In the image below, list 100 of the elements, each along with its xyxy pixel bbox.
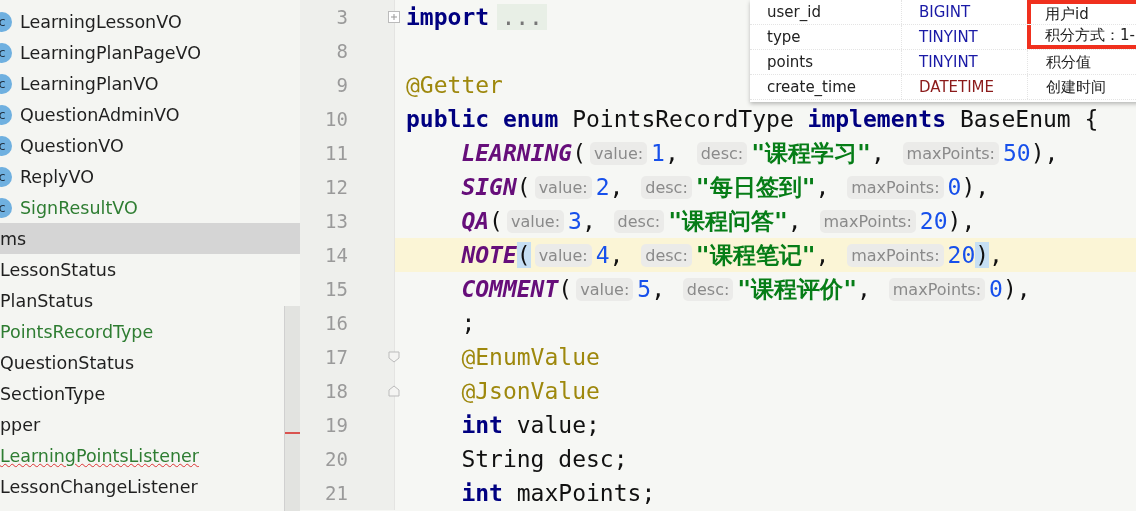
code-text: , <box>815 242 831 268</box>
code-text: BaseEnum { <box>958 106 1099 132</box>
tree-item[interactable]: PointsRecordType <box>0 316 284 347</box>
class-icon: c <box>0 11 12 32</box>
parameter-hint: maxPoints: <box>902 141 999 165</box>
code-keyword: int <box>461 412 503 438</box>
class-icon: c <box>0 42 12 63</box>
tree-item[interactable]: c ReplyVO <box>0 161 284 192</box>
tree-item[interactable]: LessonChangeListener <box>0 471 284 502</box>
tree-item[interactable]: c LearningLessonVO <box>0 6 284 37</box>
line-number: 11 <box>324 142 348 164</box>
code-annotation: @Getter <box>406 72 503 98</box>
parameter-hint: desc: <box>682 277 734 301</box>
line-number: 10 <box>324 108 348 130</box>
code-number: 1 <box>651 140 665 166</box>
code-number: 3 <box>568 208 582 234</box>
parameter-hint: desc: <box>641 175 692 199</box>
line-number: 9 <box>335 74 348 96</box>
table-cell: 积分值 <box>1027 50 1136 74</box>
code-text: ), <box>1002 276 1031 302</box>
code-number: 5 <box>637 276 652 302</box>
table-cell: DATETIME <box>901 75 1027 99</box>
code-keyword: import <box>406 4 490 30</box>
class-icon: c <box>0 197 12 218</box>
table-cell: 用户id <box>1027 0 1136 24</box>
code-text: maxPoints; <box>515 480 656 506</box>
parameter-hint: value: <box>534 243 592 267</box>
tree-item[interactable]: LearningPointsListener <box>0 440 284 471</box>
table-cell: 创建时间 <box>1027 75 1136 99</box>
code-string: "课程笔记" <box>695 240 816 270</box>
code-text: ( <box>516 174 531 200</box>
folded-code: ... <box>497 4 547 30</box>
table-cell: TINYINT <box>901 50 1027 74</box>
table-cell: BIGINT <box>901 0 1027 24</box>
line-number: 17 <box>324 346 348 368</box>
tree-item[interactable]: c LearningPlanVO <box>0 68 284 99</box>
code-text: , <box>989 242 1003 268</box>
parameter-hint: value: <box>534 175 592 199</box>
fold-icon[interactable] <box>388 385 400 397</box>
code-number: 2 <box>595 174 610 200</box>
code-text: , <box>609 174 625 200</box>
tree-item[interactable]: c QuestionAdminVO <box>0 99 284 130</box>
class-icon: c <box>0 104 12 125</box>
parameter-hint: maxPoints: <box>819 209 916 233</box>
enum-constant: SIGN <box>461 174 517 200</box>
tree-item[interactable]: LessonStatus <box>0 254 284 285</box>
tree-item[interactable]: c SignResultVO <box>0 192 284 223</box>
parameter-hint: maxPoints: <box>888 277 986 301</box>
parameter-hint: maxPoints: <box>847 243 944 267</box>
line-number: 21 <box>324 482 348 504</box>
tree-item[interactable]: QuestionStatus <box>0 347 284 378</box>
tree-item[interactable]: c QuestionVO <box>0 130 284 161</box>
fold-icon[interactable] <box>388 11 400 23</box>
code-number: 0 <box>947 174 962 200</box>
parameter-hint: maxPoints: <box>847 175 944 199</box>
code-text: , <box>857 276 872 302</box>
class-icon: c <box>0 73 12 94</box>
table-cell-text: type <box>766 27 802 48</box>
code-text: , <box>815 174 831 200</box>
table-cell: 积分方式：1- <box>1027 25 1136 49</box>
matched-brace: ) <box>975 242 990 268</box>
code-text: , <box>609 242 625 268</box>
parameter-hint: desc: <box>696 141 748 165</box>
code-string: "课程学习" <box>751 138 871 168</box>
line-number: 14 <box>324 244 348 266</box>
scrollbar[interactable] <box>284 306 300 511</box>
code-text: , <box>787 208 803 234</box>
table-cell-text: create_time <box>766 77 857 98</box>
enum-constant: COMMENT <box>461 276 559 302</box>
parameter-hint: desc: <box>641 243 692 267</box>
line-number: 8 <box>335 40 348 62</box>
table-cell-text: user_id <box>766 2 822 23</box>
code-text: , <box>651 276 666 302</box>
code-text: ), <box>961 174 990 200</box>
line-number: 15 <box>324 278 348 300</box>
class-icon: c <box>0 135 12 156</box>
class-icon: c <box>0 166 12 187</box>
line-number: 3 <box>335 6 348 28</box>
tree-item[interactable]: PlanStatus <box>0 285 284 316</box>
code-string: "课程问答" <box>668 206 788 236</box>
code-text: , <box>581 208 597 234</box>
code-annotation: @EnumValue <box>461 344 600 370</box>
code-text: String desc; <box>461 446 628 472</box>
code-keyword: implements <box>807 106 947 132</box>
table-cell: TINYINT <box>901 25 1027 49</box>
code-keyword: int <box>461 480 503 506</box>
code-text: , <box>664 140 680 166</box>
tree-item[interactable]: c LearningPlanPageVO <box>0 37 284 68</box>
tree-item[interactable]: pper <box>0 409 284 440</box>
code-keyword: public enum <box>406 106 559 132</box>
tree-item[interactable]: SectionType <box>0 378 284 409</box>
parameter-hint: value: <box>576 277 634 301</box>
parameter-hint: desc: <box>613 209 665 233</box>
code-text: ; <box>461 310 476 336</box>
code-number: 50 <box>1002 140 1031 166</box>
matched-brace: ( <box>516 242 531 268</box>
fold-icon[interactable] <box>388 351 400 363</box>
enum-constant: QA <box>461 208 490 234</box>
line-number: 13 <box>324 210 348 232</box>
code-number: 20 <box>947 242 976 268</box>
